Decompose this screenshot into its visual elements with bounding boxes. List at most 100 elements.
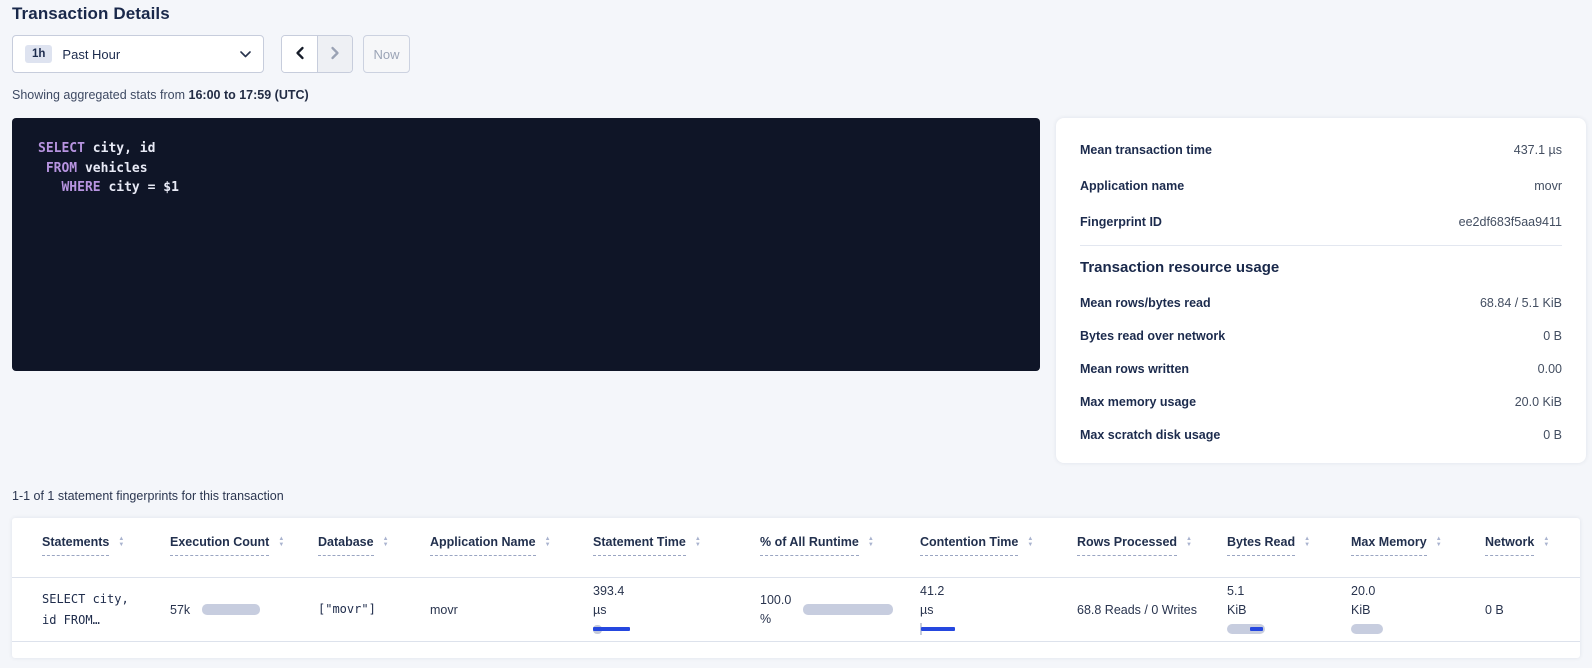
- rows-processed-value: 68.8 Reads / 0 Writes: [1077, 603, 1197, 617]
- summary-label: Bytes read over network: [1080, 329, 1225, 343]
- application-name-cell: movr: [430, 578, 593, 641]
- sort-icon[interactable]: ▲▼: [1304, 536, 1310, 548]
- summary-label: Max memory usage: [1080, 395, 1196, 409]
- time-range-dropdown[interactable]: 1h Past Hour: [12, 35, 264, 73]
- statement-fingerprint-link[interactable]: SELECT city, id FROM…: [42, 589, 170, 631]
- sort-icon[interactable]: ▲▼: [1543, 536, 1549, 548]
- statement-time-cell: 393.4 µs: [593, 584, 760, 635]
- summary-label: Application name: [1080, 179, 1184, 193]
- column-header-label: Statement Time: [593, 535, 686, 556]
- sort-icon[interactable]: ▲▼: [1027, 536, 1033, 548]
- column-header-label: Application Name: [430, 535, 536, 556]
- column-header-label: Rows Processed: [1077, 535, 1177, 556]
- column-header-bytes-read[interactable]: Bytes Read ▲▼: [1227, 535, 1351, 577]
- application-name-value: movr: [430, 603, 458, 617]
- max-memory-unit: KiB: [1351, 603, 1485, 617]
- sort-icon[interactable]: ▲▼: [278, 536, 284, 548]
- time-range-label: Past Hour: [62, 47, 120, 62]
- summary-row: Max memory usage 20.0 KiB: [1080, 385, 1562, 418]
- statements-count-caption: 1-1 of 1 statement fingerprints for this…: [12, 489, 284, 503]
- statements-table: Statements ▲▼ Execution Count ▲▼ Databas…: [12, 518, 1580, 658]
- network-value: 0 B: [1485, 603, 1504, 617]
- summary-row: Mean transaction time 437.1 µs: [1080, 132, 1562, 168]
- next-interval-button[interactable]: [317, 36, 352, 72]
- transaction-summary-card: Mean transaction time 437.1 µs Applicati…: [1056, 118, 1586, 463]
- runtime-pct-value: 100.0: [760, 593, 791, 607]
- sql-line: FROM vehicles: [38, 159, 1014, 179]
- sort-icon[interactable]: ▲▼: [545, 536, 551, 548]
- runtime-pct-unit: %: [760, 612, 791, 626]
- statement-time-bar: [593, 623, 639, 635]
- database-cell: ["movr"]: [318, 578, 430, 641]
- column-header-label: Max Memory: [1351, 535, 1427, 556]
- summary-label: Fingerprint ID: [1080, 215, 1162, 229]
- summary-label: Mean transaction time: [1080, 143, 1212, 157]
- column-header-label: Contention Time: [920, 535, 1018, 556]
- column-header-rows-processed[interactable]: Rows Processed ▲▼: [1077, 535, 1227, 577]
- chevron-right-icon: [329, 46, 341, 63]
- statement-time-value: 393.4: [593, 584, 760, 598]
- summary-value: 0 B: [1543, 428, 1562, 442]
- max-memory-bar: [1351, 623, 1385, 635]
- max-memory-cell: 20.0 KiB: [1351, 584, 1485, 635]
- execution-count-cell: 57k: [170, 603, 318, 617]
- statement-row: SELECT city, id FROM… 57k ["movr"] movr …: [12, 578, 1580, 642]
- column-header-label: Execution Count: [170, 535, 269, 556]
- now-button[interactable]: Now: [363, 35, 410, 73]
- runtime-pct-bar: [803, 604, 893, 615]
- execution-count-bar: [202, 604, 260, 615]
- chevron-down-icon: [240, 51, 251, 58]
- column-header-application-name[interactable]: Application Name ▲▼: [430, 535, 593, 577]
- previous-interval-button[interactable]: [282, 36, 317, 72]
- bytes-read-value: 5.1: [1227, 584, 1351, 598]
- time-range-badge: 1h: [25, 45, 52, 63]
- summary-value: movr: [1534, 179, 1562, 193]
- stats-line-range: 16:00 to 17:59 (UTC): [189, 88, 309, 102]
- column-header-label: % of All Runtime: [760, 535, 859, 556]
- column-header-statements[interactable]: Statements ▲▼: [42, 535, 170, 577]
- summary-value: 0.00: [1538, 362, 1562, 376]
- summary-value: 0 B: [1543, 329, 1562, 343]
- sort-icon[interactable]: ▲▼: [383, 536, 389, 548]
- sort-icon[interactable]: ▲▼: [868, 536, 874, 548]
- summary-row: Mean rows written 0.00: [1080, 352, 1562, 385]
- time-picker-controls: 1h Past Hour Now: [12, 35, 410, 73]
- sort-icon[interactable]: ▲▼: [695, 536, 701, 548]
- summary-label: Mean rows written: [1080, 362, 1189, 376]
- summary-label: Max scratch disk usage: [1080, 428, 1220, 442]
- column-header-network[interactable]: Network ▲▼: [1485, 535, 1550, 577]
- rows-processed-cell: 68.8 Reads / 0 Writes: [1077, 578, 1227, 641]
- column-header-label: Database: [318, 535, 374, 556]
- sort-icon[interactable]: ▲▼: [1186, 536, 1192, 548]
- summary-label: Mean rows/bytes read: [1080, 296, 1211, 310]
- statement-text-line: id FROM…: [42, 610, 170, 631]
- column-header-max-memory[interactable]: Max Memory ▲▼: [1351, 535, 1485, 577]
- sql-statement-box: SELECT city, id FROM vehicles WHERE city…: [12, 118, 1040, 371]
- execution-count-value: 57k: [170, 603, 190, 617]
- statement-time-unit: µs: [593, 603, 760, 617]
- chevron-left-icon: [294, 46, 306, 63]
- runtime-pct-cell: 100.0 %: [760, 593, 920, 626]
- summary-row: Application name movr: [1080, 168, 1562, 204]
- sort-icon[interactable]: ▲▼: [118, 536, 124, 548]
- contention-time-value: 41.2: [920, 584, 1077, 598]
- column-header-runtime-pct[interactable]: % of All Runtime ▲▼: [760, 535, 920, 577]
- resource-usage-section-title: Transaction resource usage: [1080, 250, 1562, 286]
- summary-value: 20.0 KiB: [1515, 395, 1562, 409]
- page-title: Transaction Details: [12, 4, 170, 24]
- sql-line: WHERE city = $1: [38, 178, 1014, 198]
- contention-time-cell: 41.2 µs: [920, 584, 1077, 635]
- bytes-read-unit: KiB: [1227, 603, 1351, 617]
- column-header-label: Network: [1485, 535, 1534, 556]
- time-step-group: [281, 35, 353, 73]
- divider: [1080, 245, 1562, 246]
- bytes-read-bar: [1227, 623, 1267, 635]
- column-header-database[interactable]: Database ▲▼: [318, 535, 430, 577]
- sort-icon[interactable]: ▲▼: [1436, 536, 1442, 548]
- sql-line: SELECT city, id: [38, 139, 1014, 159]
- bytes-read-cell: 5.1 KiB: [1227, 584, 1351, 635]
- column-header-execution-count[interactable]: Execution Count ▲▼: [170, 535, 318, 577]
- column-header-statement-time[interactable]: Statement Time ▲▼: [593, 535, 760, 577]
- column-header-contention-time[interactable]: Contention Time ▲▼: [920, 535, 1077, 577]
- column-header-label: Statements: [42, 535, 109, 556]
